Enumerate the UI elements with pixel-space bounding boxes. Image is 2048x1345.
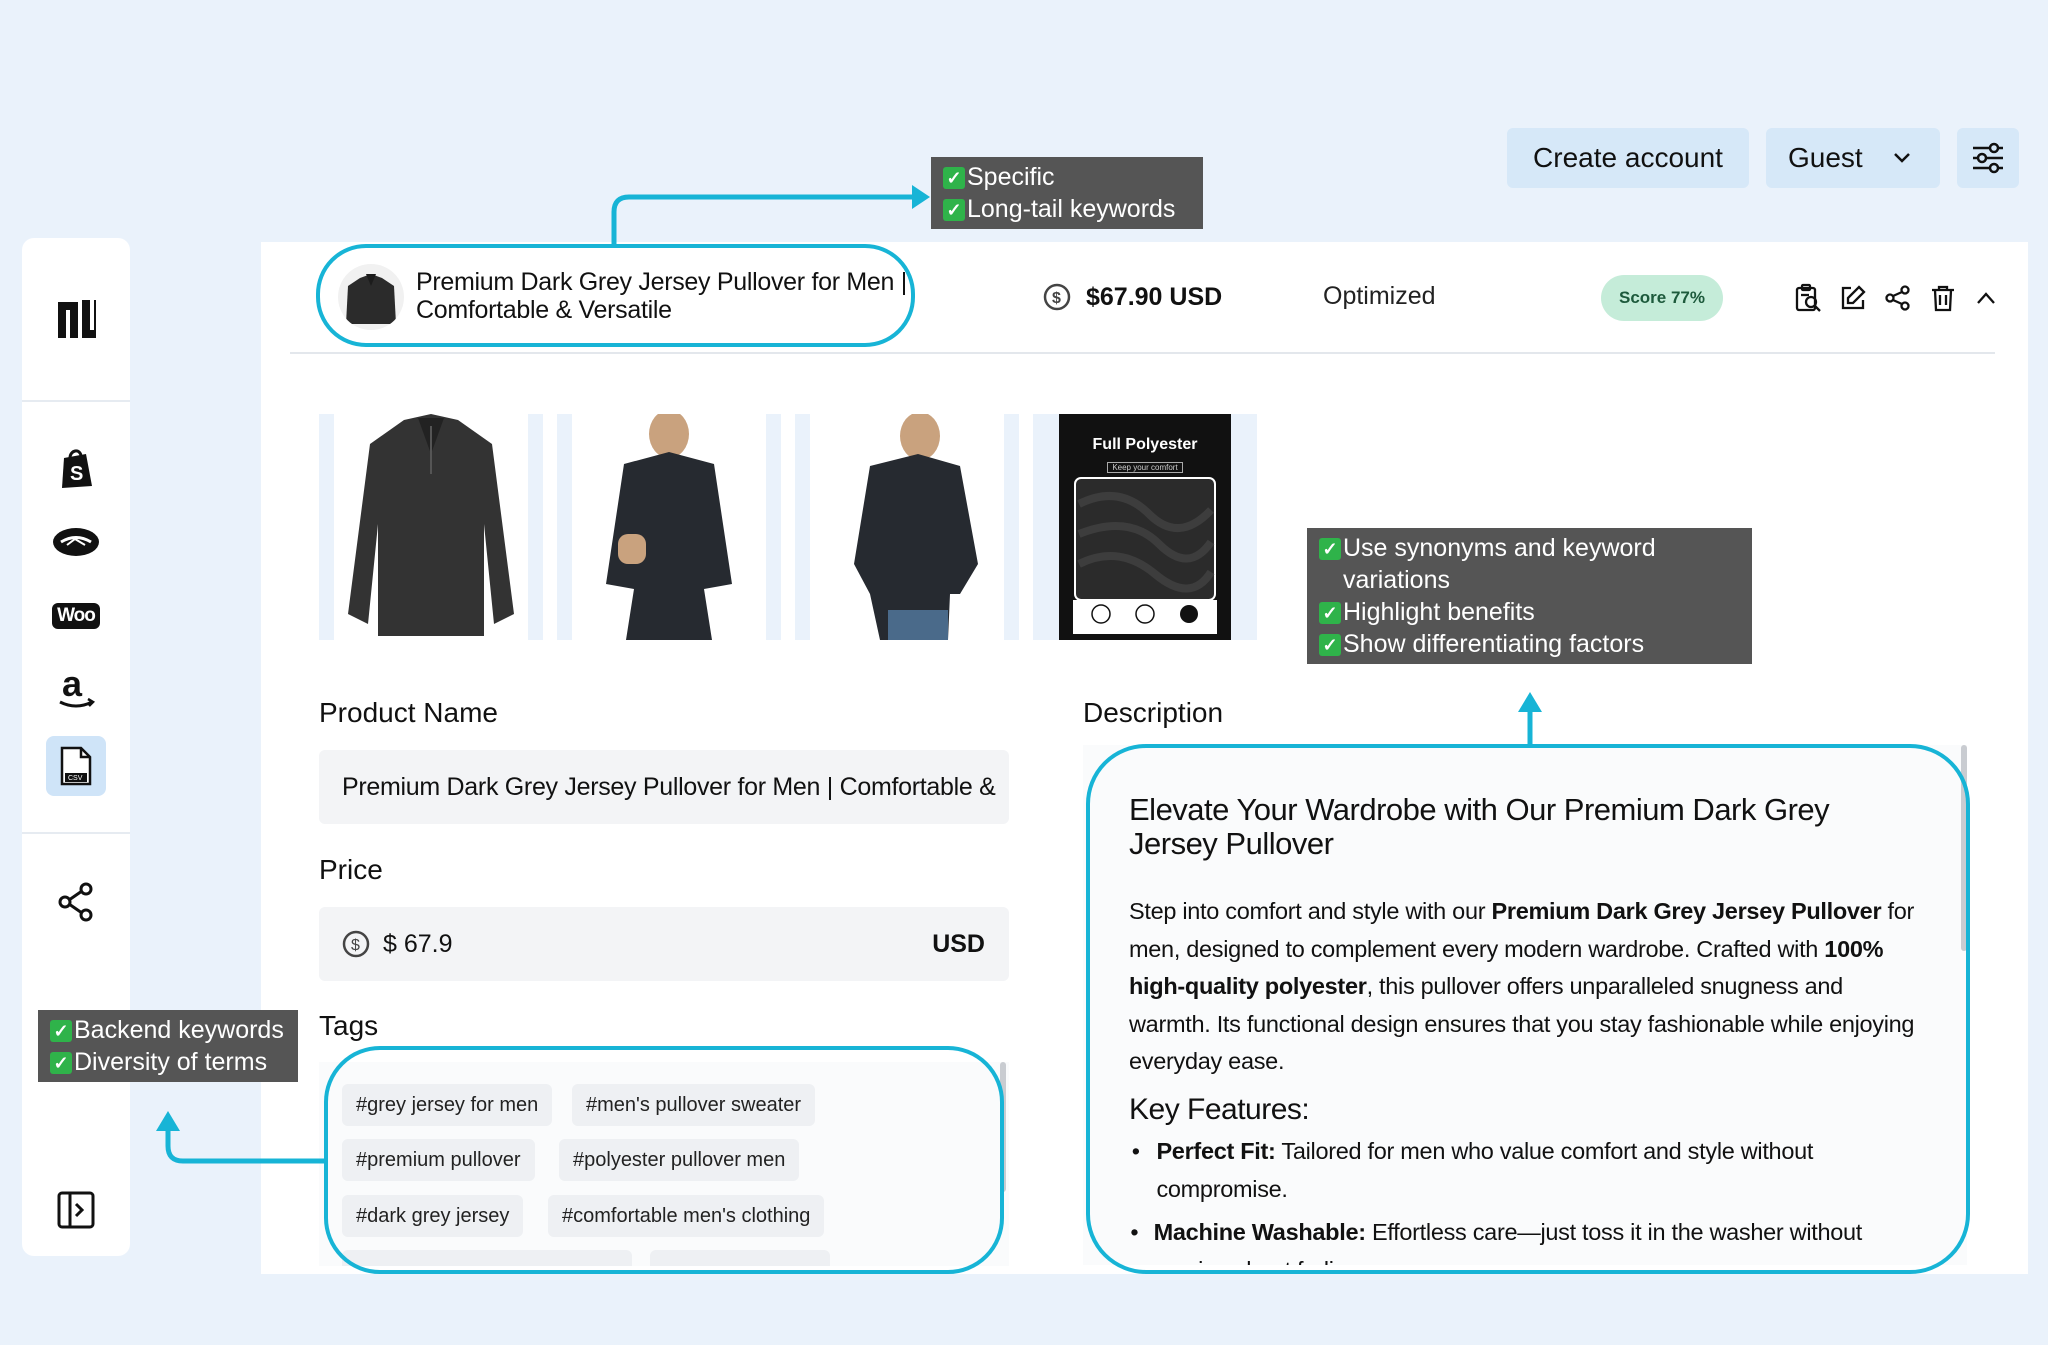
price-summary: $ $67.90 USD (1042, 282, 1222, 312)
header-divider (290, 352, 1995, 354)
title-annotation: ✓ Specific ✓ Long-tail keywords (931, 157, 1203, 229)
svg-text:$: $ (1052, 290, 1061, 307)
gallery-image-2[interactable] (557, 414, 781, 640)
price-input[interactable]: $ $ 67.9 USD (319, 907, 1009, 981)
guest-label: Guest (1788, 142, 1863, 173)
price-label: Price (319, 854, 383, 885)
gallery-image-1[interactable] (319, 414, 543, 640)
optimization-status: Optimized (1323, 282, 1436, 310)
title-highlight-outline (316, 244, 915, 347)
share-icon[interactable] (46, 872, 106, 932)
description-label: Description (1083, 697, 1224, 728)
sidebar-toggle-icon[interactable] (46, 1180, 106, 1240)
product-name-input[interactable]: Premium Dark Grey Jersey Pullover for Me… (319, 750, 1009, 824)
svg-text:CSV: CSV (68, 775, 83, 782)
handshake-icon[interactable] (46, 512, 106, 572)
sidebar: S Woo a CSV (22, 238, 130, 1256)
shopify-icon[interactable]: S (46, 438, 106, 498)
tags-label: Tags (319, 1010, 379, 1041)
gallery-image-4[interactable]: Full Polyester Keep your comfort (1033, 414, 1257, 640)
product-name-label: Product Name (319, 697, 498, 728)
svg-text:S: S (70, 463, 83, 485)
dollar-circle-icon: $ (342, 930, 370, 958)
chevron-down-icon (1894, 153, 1910, 163)
csv-file-icon[interactable]: CSV (46, 736, 106, 796)
description-highlight-outline (1086, 744, 1970, 1274)
settings-sliders-button[interactable] (1957, 128, 2019, 188)
dollar-circle-icon: $ (1043, 283, 1071, 311)
edit-icon[interactable] (1835, 280, 1871, 316)
tags-highlight-outline (324, 1046, 1004, 1274)
svg-text:$: $ (351, 937, 360, 954)
description-annotation: ✓ Use synonyms and keyword variations ✓ Hi… (1307, 528, 1752, 664)
currency-label: USD (932, 929, 985, 958)
gallery-image-3[interactable] (795, 414, 1019, 640)
trash-icon[interactable] (1925, 280, 1961, 316)
woo-label: Woo (52, 603, 100, 629)
create-account-button[interactable]: Create account (1507, 128, 1749, 188)
woo-icon[interactable]: Woo (46, 586, 106, 646)
chevron-up-icon[interactable] (1968, 280, 2004, 316)
score-badge: Score 77% (1601, 275, 1723, 321)
logo-icon[interactable] (46, 288, 106, 348)
price-display: $67.90 USD (1086, 282, 1223, 311)
price-value: $ 67.9 (383, 929, 453, 958)
share-icon[interactable] (1880, 280, 1916, 316)
guest-menu-button[interactable]: Guest (1766, 128, 1940, 188)
tags-annotation: ✓ Backend keywords ✓ Diversity of terms (38, 1010, 298, 1082)
amazon-icon[interactable]: a (46, 658, 106, 718)
svg-text:a: a (62, 664, 83, 704)
clipboard-search-icon[interactable] (1790, 280, 1826, 316)
product-name-value: Premium Dark Grey Jersey Pullover for Me… (342, 772, 996, 801)
sliders-icon (1973, 142, 2003, 174)
